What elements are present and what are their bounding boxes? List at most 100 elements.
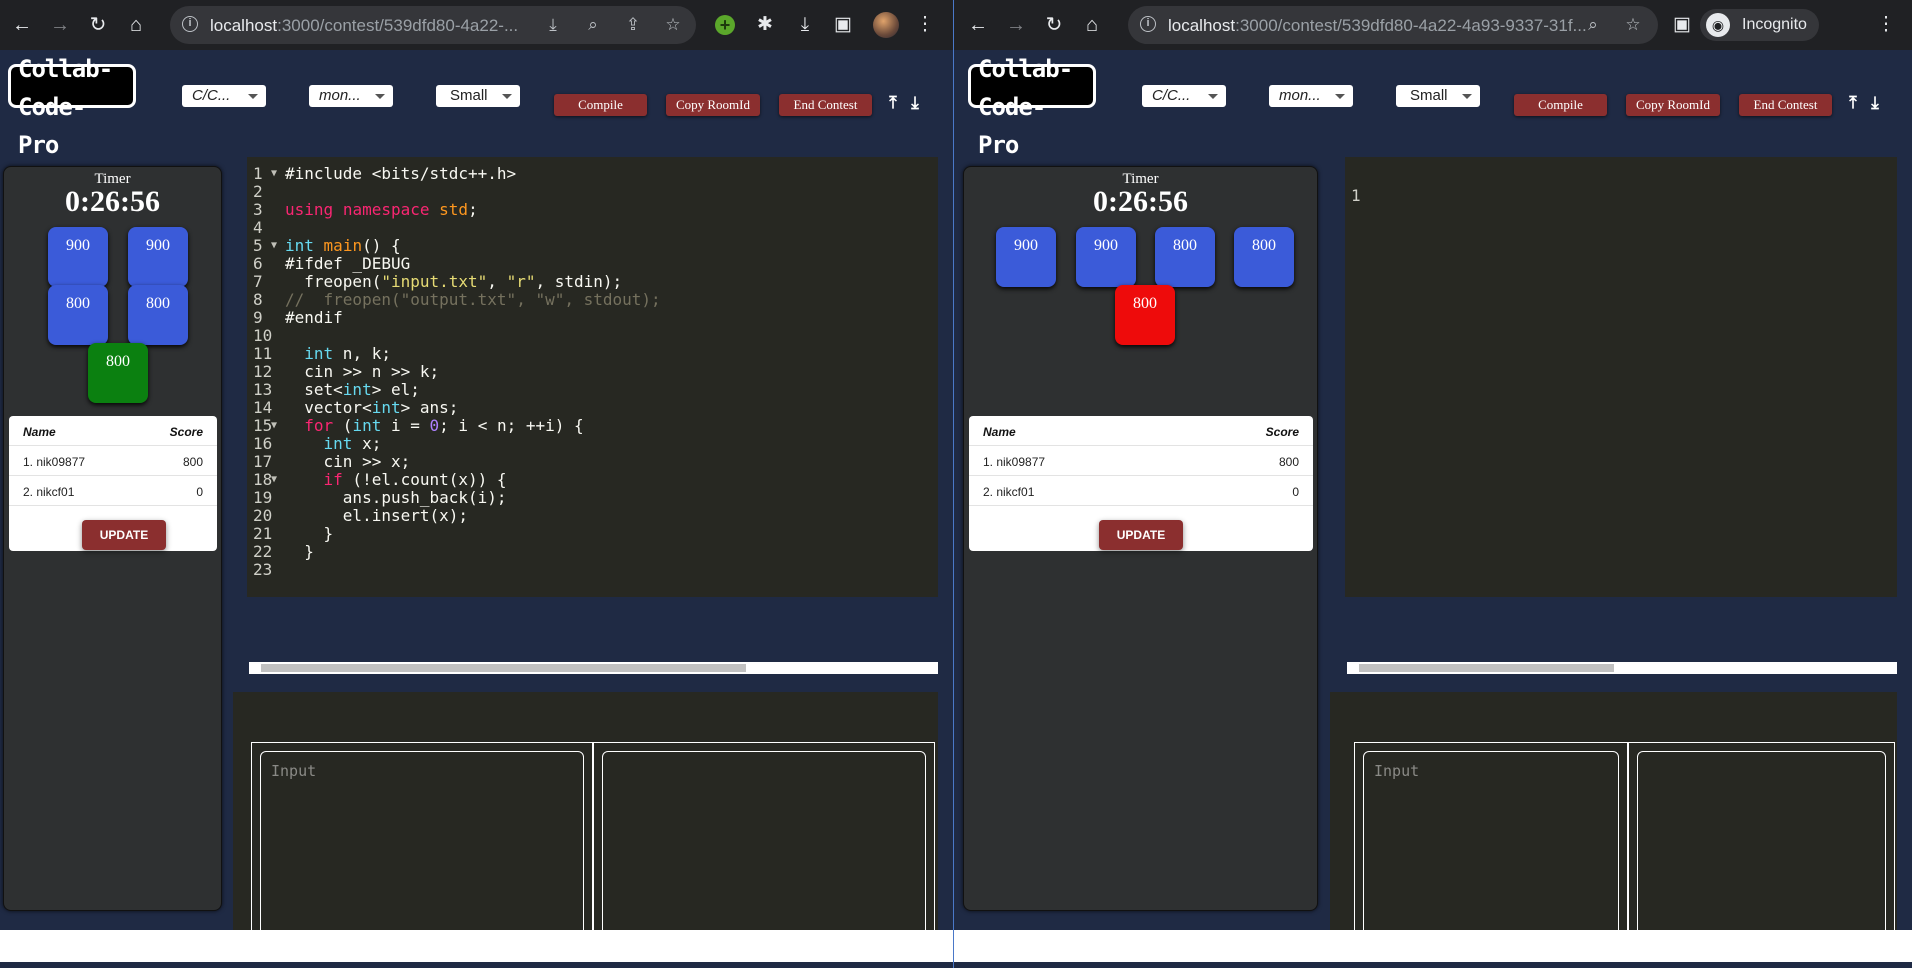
problem-tile[interactable]: 800 [48,285,108,345]
back-icon[interactable]: ← [10,13,34,37]
code-token: namespace [342,200,430,219]
problem-tile[interactable]: 900 [128,227,188,287]
window-bottom-edge [0,962,953,968]
download-icon[interactable]: ⤓ [906,92,924,114]
timer-value: 0:26:56 [65,185,160,218]
editor-horizontal-scrollbar[interactable] [1347,662,1897,674]
leaderboard-header: Name Score [969,416,1313,446]
share-icon[interactable]: ⇪ [623,15,643,35]
copy-roomid-button[interactable]: Copy RoomId [666,94,760,116]
player-score: 800 [1278,455,1299,469]
incognito-icon: ◉ [1706,13,1730,37]
install-app-icon[interactable]: ⤓ [543,15,563,35]
extensions-puzzle-icon[interactable]: ✱ [753,13,777,37]
font-size-value: Small [1410,87,1448,104]
home-icon[interactable]: ⌂ [124,13,148,37]
window-bottom-edge [954,962,1912,968]
screen: ← → ↻ ⌂ i localhost:3000/contest/539dfd8… [0,0,1912,968]
code-token: std [439,200,469,219]
line-number: 23 [253,560,273,579]
code-text: #endif [285,307,343,329]
browser-toolbar: ← → ↻ ⌂ i localhost:3000/contest/539dfd8… [954,0,1912,50]
language-select[interactable]: C/C... [182,85,266,107]
input-placeholder: Input [271,762,317,780]
problem-tile[interactable]: 800 [1155,227,1215,287]
upload-icon[interactable]: ⤒ [884,92,902,114]
forward-icon[interactable]: → [48,13,72,37]
browser-window-right: ← → ↻ ⌂ i localhost:3000/contest/539dfd8… [954,0,1912,968]
chrome-menu-icon[interactable]: ⋮ [1874,13,1898,37]
code-token: } [285,542,314,561]
compile-button[interactable]: Compile [554,94,647,116]
zoom-icon[interactable]: ⌕ [583,15,603,35]
font-size-select[interactable]: Small [1396,85,1480,107]
code-text: } [285,541,314,563]
language-value: C/C... [192,87,231,104]
upload-icon[interactable]: ⤒ [1844,92,1862,114]
player-name: 1. nik09877 [23,455,86,469]
site-info-icon[interactable]: i [182,16,198,32]
scrollbar-thumb[interactable] [261,664,746,672]
bookmark-star-icon[interactable]: ☆ [663,15,683,35]
incognito-label: Incognito [1742,16,1807,33]
fold-toggle-icon[interactable]: ▼ [271,163,277,185]
editor-horizontal-scrollbar[interactable] [249,662,938,674]
player-name: 1. nik09877 [983,455,1046,469]
player-score: 800 [182,455,203,469]
site-info-icon[interactable]: i [1140,16,1156,32]
reload-icon[interactable]: ↻ [1042,13,1066,37]
code-editor[interactable]: 1 ▼ #include <bits/stdc++.h> 2 3 using namesp… [247,157,938,597]
code-editor[interactable]: 1 [1345,157,1897,597]
bookmark-star-icon[interactable]: ☆ [1623,15,1643,35]
url-text[interactable]: localhost:3000/contest/539dfd80-4a22-4a9… [1168,16,1598,36]
input-placeholder: Input [1374,762,1420,780]
downloads-icon[interactable]: ⤓ [793,13,817,37]
theme-select[interactable]: mon... [1269,85,1353,107]
problem-tile[interactable]: 900 [996,227,1056,287]
name-column-header: Name [983,425,1016,439]
address-bar[interactable]: i localhost:3000/contest/539dfd80-4a22-.… [170,6,696,44]
address-bar[interactable]: i localhost:3000/contest/539dfd80-4a22-4… [1128,6,1658,44]
download-icon[interactable]: ⤓ [1866,92,1884,114]
url-text[interactable]: localhost:3000/contest/539dfd80-4a22-... [210,16,560,36]
profile-avatar[interactable] [873,12,899,38]
code-token: 0 [429,416,440,435]
problem-tile[interactable]: 900 [48,227,108,287]
zoom-icon[interactable]: ⌕ [1583,15,1603,35]
font-size-select[interactable]: Small [436,85,520,107]
side-panel-icon[interactable]: ▣ [1670,13,1694,37]
compile-button[interactable]: Compile [1514,94,1607,116]
browser-window-left: ← → ↻ ⌂ i localhost:3000/contest/539dfd8… [0,0,953,968]
contest-sidebar: Timer 0:26:56 900 900 800 800 800 Name S… [963,166,1318,911]
reload-icon[interactable]: ↻ [86,13,110,37]
fold-toggle-icon[interactable]: ▼ [271,235,277,257]
theme-value: mon... [319,87,361,104]
extension-green-icon[interactable]: + [715,15,735,35]
font-size-value: Small [450,87,488,104]
code-token: #include <bits/stdc++.h> [285,164,517,183]
language-select[interactable]: C/C... [1142,85,1226,107]
scrollbar-thumb[interactable] [1359,664,1614,672]
update-button[interactable]: UPDATE [82,520,166,550]
forward-icon[interactable]: → [1004,13,1028,37]
copy-roomid-button[interactable]: Copy RoomId [1626,94,1720,116]
io-panel: Input [1330,692,1897,968]
end-contest-button[interactable]: End Contest [1739,94,1832,116]
problem-tile[interactable]: 800 [88,343,148,403]
player-name: 2. nikcf01 [23,485,75,499]
app-root: Collab- Code- Pro C/C... mon... Small Co… [954,50,1912,968]
incognito-indicator[interactable]: ◉ Incognito [1700,9,1819,41]
update-button[interactable]: UPDATE [1099,520,1183,550]
problem-tile[interactable]: 800 [128,285,188,345]
player-score: 0 [196,485,203,499]
end-contest-button[interactable]: End Contest [779,94,872,116]
back-icon[interactable]: ← [966,13,990,37]
side-panel-icon[interactable]: ▣ [831,13,855,37]
theme-select[interactable]: mon... [309,85,393,107]
problem-tile[interactable]: 800 [1234,227,1294,287]
home-icon[interactable]: ⌂ [1080,13,1104,37]
problem-tile[interactable]: 900 [1076,227,1136,287]
chrome-menu-icon[interactable]: ⋮ [913,13,937,37]
problem-tile[interactable]: 800 [1115,285,1175,345]
